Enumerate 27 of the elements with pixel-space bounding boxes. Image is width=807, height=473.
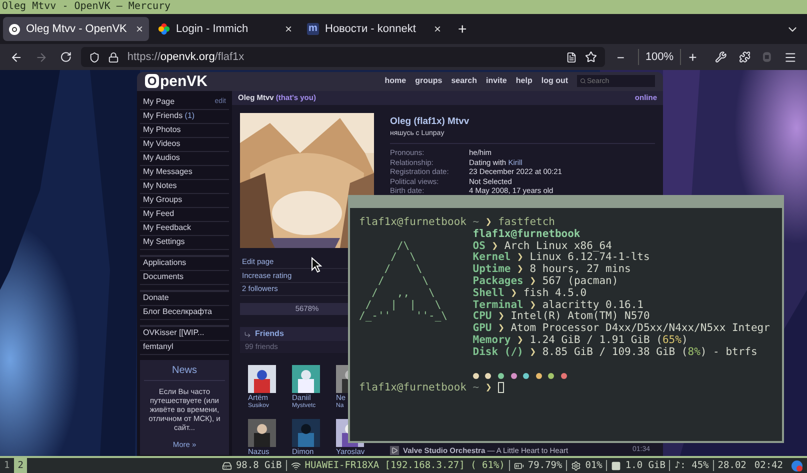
close-button[interactable]: × <box>136 23 143 35</box>
close-button[interactable]: × <box>284 23 292 35</box>
workspace-button[interactable]: 2 <box>14 458 28 473</box>
tab-label: Login - Immich <box>176 22 250 37</box>
zoom-out-button[interactable]: − <box>616 50 624 64</box>
status-text: 28.02 <box>718 460 746 471</box>
status-text: HUAWEI-FR18XA [192.168.3.27] ( 61%) <box>304 460 505 471</box>
status-text: 02:42 <box>754 460 783 471</box>
status-text: 1.0 GiB <box>625 460 666 471</box>
new-tab-button[interactable]: + <box>458 22 467 36</box>
zoom-level: 100% <box>638 48 681 66</box>
status-text: 98.8 GiB <box>236 460 282 471</box>
status-text: 01% <box>585 460 602 471</box>
status-text: 79.79% <box>528 460 562 471</box>
url-text: https://openvk.org/flaf1x <box>127 50 244 65</box>
window-title: Oleg Mtvv - OpenVK — Mercury <box>0 0 807 14</box>
status-text: ♪: 45% <box>674 460 709 471</box>
zoom-in-button[interactable]: + <box>688 50 697 64</box>
workspace-button[interactable]: 1 <box>0 458 14 473</box>
tab-label: Oleg Mtvv - OpenVK <box>26 22 128 37</box>
tab-label: Новости - konnekt <box>325 22 417 37</box>
close-button[interactable]: × <box>434 23 441 35</box>
tab[interactable]: Login - Immich × <box>152 17 298 41</box>
address-bar[interactable]: https://openvk.org/flaf1x <box>81 47 605 67</box>
tab[interactable]: Oleg Mtvv - OpenVK × <box>3 17 149 41</box>
favicon-icon: m <box>307 23 319 35</box>
tab[interactable]: m Новости - konnekt × <box>301 17 447 41</box>
